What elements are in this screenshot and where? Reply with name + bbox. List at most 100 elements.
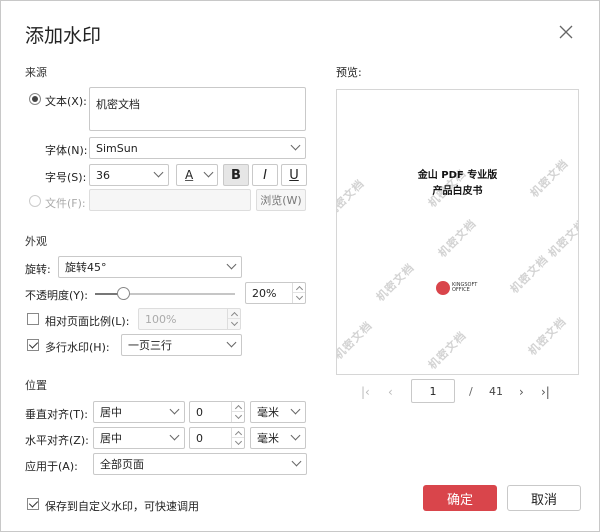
chevron-down-icon — [203, 167, 214, 178]
kingsoft-logo-icon — [436, 281, 450, 295]
horizontal-align-select[interactable]: 居中 — [93, 427, 185, 449]
vertical-offset-stepper[interactable] — [231, 402, 244, 422]
relative-scale-label: 相对页面比例(L): — [45, 315, 130, 328]
multiline-select[interactable]: 一页三行 — [121, 334, 242, 356]
browse-button[interactable]: 浏览(W) — [256, 189, 306, 211]
opacity-stepper[interactable] — [292, 283, 305, 303]
next-page-icon[interactable]: › — [519, 385, 524, 399]
watermark-text: 机密文档 — [425, 328, 469, 372]
file-path-field[interactable] — [89, 189, 251, 211]
bold-icon: B — [231, 167, 241, 183]
horizontal-offset-stepper[interactable] — [231, 428, 244, 448]
font-color-button[interactable]: A — [176, 164, 218, 186]
relative-scale-value: 100% — [145, 312, 177, 326]
horizontal-offset-field[interactable]: 0 — [189, 427, 245, 449]
text-radio[interactable] — [29, 93, 41, 105]
multiline-label: 多行水印(H): — [45, 341, 110, 354]
opacity-slider-track[interactable] — [95, 287, 235, 300]
relative-scale-stepper[interactable] — [227, 309, 240, 329]
chevron-down-icon — [290, 404, 301, 415]
chevron-down-icon — [290, 140, 301, 151]
page-separator: / — [469, 385, 473, 398]
current-page-value: 1 — [429, 384, 437, 398]
kingsoft-logo: KINGSOFT OFFICE — [436, 281, 478, 295]
rotation-select[interactable]: 旋转45° — [58, 256, 242, 278]
chevron-down-icon — [226, 259, 237, 270]
preview-panel: 机密文档 机密文档 机密文档 机密文档 机密文档 机密文档 机密文档 机密文档 … — [336, 89, 579, 375]
chevron-down-icon — [290, 430, 301, 441]
watermark-text-field[interactable]: 机密文档 — [89, 87, 306, 131]
watermark-text: 机密文档 — [373, 260, 417, 304]
horizontal-align-value: 居中 — [100, 432, 122, 445]
source-section-label: 来源 — [25, 66, 47, 79]
opacity-slider-thumb[interactable] — [117, 287, 130, 300]
multiline-value: 一页三行 — [128, 339, 172, 352]
italic-button[interactable]: I — [252, 164, 278, 186]
stepper-down-icon[interactable] — [293, 293, 305, 303]
vertical-align-label: 垂直对齐(T): — [25, 408, 89, 421]
opacity-field[interactable]: 20% — [245, 282, 306, 304]
cancel-button[interactable]: 取消 — [507, 485, 581, 511]
dialog-title: 添加水印 — [25, 25, 102, 47]
font-size-select[interactable]: 36 — [89, 164, 169, 186]
font-select-value: SimSun — [96, 141, 138, 155]
watermark-text: 机密文档 — [525, 314, 569, 358]
font-size-value: 36 — [96, 168, 110, 182]
vertical-offset-value: 0 — [196, 405, 203, 419]
chevron-down-icon — [169, 404, 180, 415]
relative-scale-checkbox[interactable] — [27, 313, 39, 325]
rotation-label: 旋转: — [25, 263, 51, 276]
ok-button[interactable]: 确定 — [423, 485, 497, 511]
last-page-icon[interactable]: ›| — [541, 385, 550, 399]
relative-scale-field[interactable]: 100% — [138, 308, 241, 330]
chevron-down-icon — [169, 430, 180, 441]
underline-button[interactable]: U — [281, 164, 307, 186]
vertical-unit-select[interactable]: 毫米 — [250, 401, 306, 423]
vertical-offset-field[interactable]: 0 — [189, 401, 245, 423]
watermark-text: 机密文档 — [545, 216, 579, 260]
page-number-input[interactable]: 1 — [411, 379, 455, 403]
watermark-text: 机密文档 — [435, 216, 479, 260]
chevron-down-icon — [226, 337, 237, 348]
preview-doc-subtitle: 产品白皮书 — [432, 186, 483, 197]
apply-to-label: 应用于(A): — [25, 460, 78, 473]
rotation-value: 旋转45° — [65, 261, 107, 274]
vertical-unit-value: 毫米 — [257, 406, 279, 419]
font-select[interactable]: SimSun — [89, 137, 306, 159]
stepper-down-icon[interactable] — [232, 438, 244, 448]
file-radio[interactable] — [29, 195, 41, 207]
underline-icon: U — [289, 167, 299, 183]
horizontal-unit-select[interactable]: 毫米 — [250, 427, 306, 449]
font-label: 字体(N): — [45, 144, 88, 157]
stepper-down-icon[interactable] — [228, 319, 240, 329]
apply-to-value: 全部页面 — [100, 458, 144, 471]
apply-to-select[interactable]: 全部页面 — [93, 453, 307, 475]
preview-label: 预览: — [336, 66, 362, 79]
stepper-down-icon[interactable] — [232, 412, 244, 422]
watermark-text: 机密文档 — [336, 318, 375, 362]
save-custom-checkbox[interactable] — [27, 498, 39, 510]
horizontal-unit-value: 毫米 — [257, 432, 279, 445]
save-custom-label: 保存到自定义水印，可快速调用 — [45, 500, 199, 513]
close-icon[interactable] — [557, 23, 575, 41]
bold-button[interactable]: B — [223, 164, 249, 186]
file-radio-label: 文件(F): — [45, 197, 86, 210]
position-section-label: 位置 — [25, 379, 47, 392]
opacity-value: 20% — [252, 286, 277, 300]
chevron-down-icon — [291, 456, 302, 467]
watermark-text: 机密文档 — [507, 252, 551, 296]
prev-page-icon[interactable]: ‹ — [388, 385, 393, 399]
first-page-icon[interactable]: |‹ — [361, 385, 370, 399]
size-label: 字号(S): — [45, 171, 87, 184]
chevron-down-icon — [153, 167, 164, 178]
vertical-align-select[interactable]: 居中 — [93, 401, 185, 423]
multiline-checkbox[interactable] — [27, 339, 39, 351]
appearance-section-label: 外观 — [25, 235, 47, 248]
preview-doc-title: 金山 PDF 专业版 — [417, 170, 498, 181]
horizontal-align-label: 水平对齐(Z): — [25, 434, 89, 447]
font-color-icon: A — [185, 168, 194, 182]
kingsoft-logo-text: KINGSOFT OFFICE — [452, 282, 478, 293]
add-watermark-dialog: 添加水印 来源 文本(X): 机密文档 字体(N): SimSun 字号(S):… — [0, 0, 600, 532]
total-pages: 41 — [489, 385, 503, 398]
italic-icon: I — [263, 167, 267, 183]
